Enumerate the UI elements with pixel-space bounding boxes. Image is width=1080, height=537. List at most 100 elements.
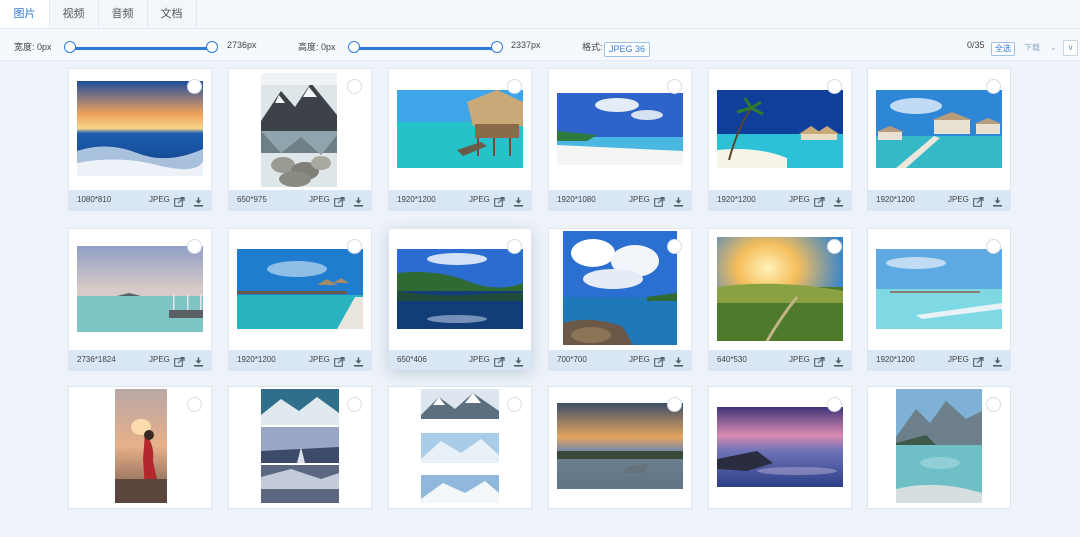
select-checkbox[interactable] — [187, 79, 202, 94]
tab-documents[interactable]: 文档 — [147, 0, 197, 28]
image-thumbnail[interactable] — [115, 389, 167, 503]
share-icon[interactable] — [654, 195, 665, 207]
image-card[interactable] — [389, 387, 531, 508]
image-thumbnail[interactable] — [261, 73, 337, 187]
image-thumbnail[interactable] — [77, 246, 203, 332]
download-icon[interactable] — [353, 355, 364, 367]
image-card[interactable]: 650*975 JPEG — [229, 69, 371, 210]
format-filter-tag[interactable]: JPEG 36 — [604, 42, 651, 57]
image-thumbnail[interactable] — [421, 389, 499, 503]
select-checkbox[interactable] — [986, 239, 1001, 254]
image-thumbnail[interactable] — [717, 407, 843, 487]
width-min-handle[interactable] — [64, 41, 76, 53]
image-thumbnail[interactable] — [237, 249, 363, 329]
select-checkbox[interactable] — [347, 239, 362, 254]
tab-images[interactable]: 图片 — [0, 0, 50, 28]
image-card[interactable]: 2736*1824 JPEG — [69, 229, 211, 370]
image-thumbnail[interactable] — [896, 389, 982, 503]
image-card[interactable]: 1920*1200 JPEG — [389, 69, 531, 210]
download-icon[interactable] — [833, 195, 844, 207]
download-icon[interactable] — [992, 195, 1003, 207]
image-card[interactable]: 1920*1200 JPEG — [229, 229, 371, 370]
image-thumbnail[interactable] — [563, 231, 677, 345]
image-card[interactable]: 1080*810 JPEG — [69, 69, 211, 210]
image-card[interactable]: 640*530 JPEG — [709, 229, 851, 370]
select-checkbox[interactable] — [827, 79, 842, 94]
width-max-handle[interactable] — [206, 41, 218, 53]
select-checkbox[interactable] — [187, 397, 202, 412]
download-icon[interactable] — [193, 355, 204, 367]
width-range-slider[interactable] — [64, 40, 218, 56]
share-icon[interactable] — [494, 355, 505, 367]
select-checkbox[interactable] — [187, 239, 202, 254]
share-icon[interactable] — [174, 195, 185, 207]
select-checkbox[interactable] — [986, 397, 1001, 412]
image-card[interactable]: 1920*1080 JPEG — [549, 69, 691, 210]
image-card[interactable] — [549, 387, 691, 508]
select-checkbox[interactable] — [827, 397, 842, 412]
select-checkbox[interactable] — [347, 397, 362, 412]
height-min-label: 高度: 0px — [298, 42, 336, 52]
image-thumbnail[interactable] — [557, 403, 683, 489]
select-all-button[interactable]: 全选 — [991, 42, 1015, 56]
image-thumbnail[interactable] — [876, 90, 1002, 168]
share-icon[interactable] — [814, 195, 825, 207]
select-checkbox[interactable] — [827, 239, 842, 254]
image-card[interactable]: 700*700 JPEG — [549, 229, 691, 370]
download-icon[interactable] — [673, 355, 684, 367]
download-icon[interactable] — [673, 195, 684, 207]
image-thumbnail[interactable] — [397, 90, 523, 168]
height-min-handle[interactable] — [348, 41, 360, 53]
share-icon[interactable] — [334, 355, 345, 367]
height-slider-track — [354, 47, 497, 50]
image-card[interactable] — [868, 387, 1010, 508]
select-checkbox[interactable] — [347, 79, 362, 94]
select-checkbox[interactable] — [507, 79, 522, 94]
tab-videos[interactable]: 视频 — [49, 0, 99, 28]
image-format: JPEG — [469, 355, 490, 364]
share-icon[interactable] — [334, 195, 345, 207]
download-icon[interactable] — [193, 195, 204, 207]
download-icon[interactable] — [513, 195, 524, 207]
download-icon[interactable] — [353, 195, 364, 207]
download-button[interactable]: 下载 — [1024, 42, 1040, 54]
select-checkbox[interactable] — [507, 397, 522, 412]
download-icon[interactable] — [513, 355, 524, 367]
select-checkbox[interactable] — [507, 239, 522, 254]
image-card[interactable] — [709, 387, 851, 508]
height-range-slider[interactable] — [348, 40, 503, 56]
image-format: JPEG — [469, 195, 490, 204]
image-card[interactable] — [229, 387, 371, 508]
share-icon[interactable] — [174, 355, 185, 367]
share-icon[interactable] — [973, 355, 984, 367]
share-icon[interactable] — [973, 195, 984, 207]
image-thumbnail[interactable] — [261, 389, 339, 503]
image-thumbnail[interactable] — [717, 90, 843, 168]
select-checkbox[interactable] — [667, 397, 682, 412]
chevron-down-icon[interactable]: ⌄ — [1050, 42, 1057, 54]
image-format: JPEG — [309, 355, 330, 364]
select-checkbox[interactable] — [667, 79, 682, 94]
tab-audio[interactable]: 音频 — [98, 0, 148, 28]
download-icon[interactable] — [992, 355, 1003, 367]
height-max-handle[interactable] — [491, 41, 503, 53]
image-card[interactable]: 650*406 JPEG — [389, 229, 531, 370]
share-icon[interactable] — [654, 355, 665, 367]
select-checkbox[interactable] — [667, 239, 682, 254]
image-info-bar: 650*975 JPEG — [229, 190, 371, 210]
image-card[interactable] — [69, 387, 211, 508]
share-icon[interactable] — [814, 355, 825, 367]
image-thumbnail[interactable] — [77, 81, 203, 176]
select-checkbox[interactable] — [986, 79, 1001, 94]
image-card[interactable]: 1920*1200 JPEG — [709, 69, 851, 210]
image-thumbnail[interactable] — [876, 249, 1002, 329]
share-icon[interactable] — [494, 195, 505, 207]
image-card[interactable]: 1920*1200 JPEG — [868, 69, 1010, 210]
image-dimensions: 1920*1200 — [876, 195, 915, 204]
image-thumbnail[interactable] — [557, 93, 683, 165]
image-thumbnail[interactable] — [397, 249, 523, 329]
download-options-dropdown[interactable]: ∨ — [1063, 40, 1078, 56]
image-thumbnail[interactable] — [717, 237, 843, 341]
download-icon[interactable] — [833, 355, 844, 367]
image-card[interactable]: 1920*1200 JPEG — [868, 229, 1010, 370]
